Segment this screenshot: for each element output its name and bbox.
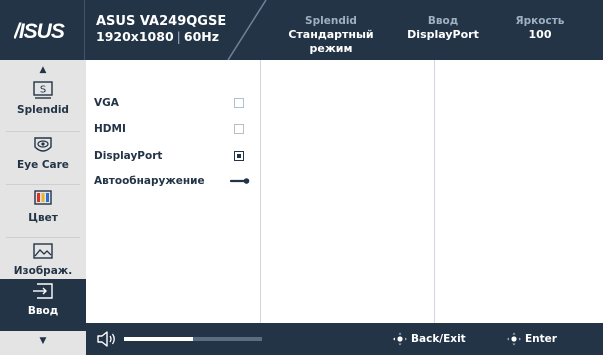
main-menu-sidebar: ▲ S Splendid Eye Care Цвет Изображ. Ввод… bbox=[0, 60, 86, 355]
option-displayport[interactable]: DisplayPort bbox=[94, 147, 254, 165]
resolution-value: 1920x1080 bbox=[96, 29, 174, 44]
sidebar-item-input[interactable]: Ввод bbox=[0, 279, 86, 331]
sidebar-item-color[interactable]: Цвет bbox=[0, 186, 86, 238]
svg-text:S: S bbox=[40, 85, 46, 96]
option-label: HDMI bbox=[94, 123, 126, 135]
sidebar-item-label: Splendid bbox=[17, 104, 69, 116]
status-splendid: Splendid Стандартный режим bbox=[276, 14, 386, 56]
status-input: Ввод DisplayPort bbox=[398, 14, 488, 42]
status-brightness: Яркость 100 bbox=[500, 14, 580, 42]
top-bar: /ISUS ASUS VA249QGSE 1920x1080 | 60Hz Sple… bbox=[0, 0, 603, 60]
eye-icon bbox=[34, 137, 52, 152]
volume-slider[interactable] bbox=[124, 337, 262, 341]
model-name: ASUS VA249QGSE bbox=[96, 14, 227, 29]
bottom-bar: Back/Exit Enter bbox=[86, 323, 603, 355]
joystick-press-icon bbox=[507, 332, 521, 346]
hdmi-checkbox[interactable] bbox=[234, 124, 244, 134]
sidebar-item-label: Ввод bbox=[27, 305, 59, 317]
option-label: VGA bbox=[94, 97, 119, 109]
option-label: Автообнаружение bbox=[94, 175, 205, 187]
sidebar-item-label: Цвет bbox=[28, 212, 58, 224]
sidebar-item-label: Изображ. bbox=[13, 265, 73, 277]
status-input-key: Ввод bbox=[427, 15, 459, 27]
image-icon bbox=[33, 243, 53, 259]
option-vga[interactable]: VGA bbox=[94, 94, 254, 112]
scroll-down-icon[interactable]: ▼ bbox=[0, 334, 86, 348]
header-slash-divider bbox=[227, 0, 267, 60]
sidebar-divider bbox=[6, 131, 80, 132]
back-exit-hint: Back/Exit bbox=[392, 332, 466, 346]
osd-menu: /ISUS ASUS VA249QGSE 1920x1080 | 60Hz Sple… bbox=[0, 0, 603, 355]
status-brightness-key: Яркость bbox=[515, 15, 565, 27]
scroll-up-icon[interactable]: ▲ bbox=[0, 63, 86, 77]
auto-detect-toggle[interactable] bbox=[230, 178, 250, 184]
sidebar-item-eye-care[interactable]: Eye Care bbox=[0, 133, 86, 185]
status-splendid-value: Стандартный режим bbox=[288, 28, 374, 55]
sidebar-item-splendid[interactable]: S Splendid bbox=[0, 78, 86, 130]
enter-label: Enter bbox=[525, 333, 557, 345]
submenu-column-3 bbox=[434, 60, 603, 323]
back-exit-label: Back/Exit bbox=[411, 333, 466, 345]
status-splendid-key: Splendid bbox=[305, 15, 357, 27]
resolution-info: 1920x1080 | 60Hz bbox=[96, 29, 220, 44]
sidebar-divider bbox=[6, 184, 80, 185]
submenu-area: VGA HDMI DisplayPort Автообнаружение bbox=[86, 60, 603, 323]
joystick-left-icon bbox=[393, 332, 407, 346]
svg-text:/ISUS: /ISUS bbox=[14, 20, 65, 42]
option-auto-detect[interactable]: Автообнаружение bbox=[94, 172, 254, 190]
vga-checkbox[interactable] bbox=[234, 98, 244, 108]
sidebar-item-label: Eye Care bbox=[17, 159, 69, 171]
displayport-checkbox[interactable] bbox=[234, 151, 244, 161]
status-brightness-value: 100 bbox=[528, 28, 552, 41]
color-bars-icon bbox=[34, 190, 52, 205]
option-label: DisplayPort bbox=[94, 150, 163, 162]
input-icon bbox=[33, 283, 53, 299]
asus-logo: /ISUS bbox=[14, 20, 66, 42]
volume-slider-fill bbox=[124, 337, 193, 341]
input-options-column: VGA HDMI DisplayPort Автообнаружение bbox=[86, 60, 260, 323]
submenu-column-2 bbox=[260, 60, 435, 323]
header-divider bbox=[84, 0, 85, 60]
option-hdmi[interactable]: HDMI bbox=[94, 120, 254, 138]
enter-hint: Enter bbox=[506, 332, 557, 346]
status-input-value: DisplayPort bbox=[407, 28, 479, 41]
sidebar-divider bbox=[6, 237, 80, 238]
speaker-icon bbox=[97, 331, 115, 347]
splendid-icon: S bbox=[33, 81, 53, 99]
